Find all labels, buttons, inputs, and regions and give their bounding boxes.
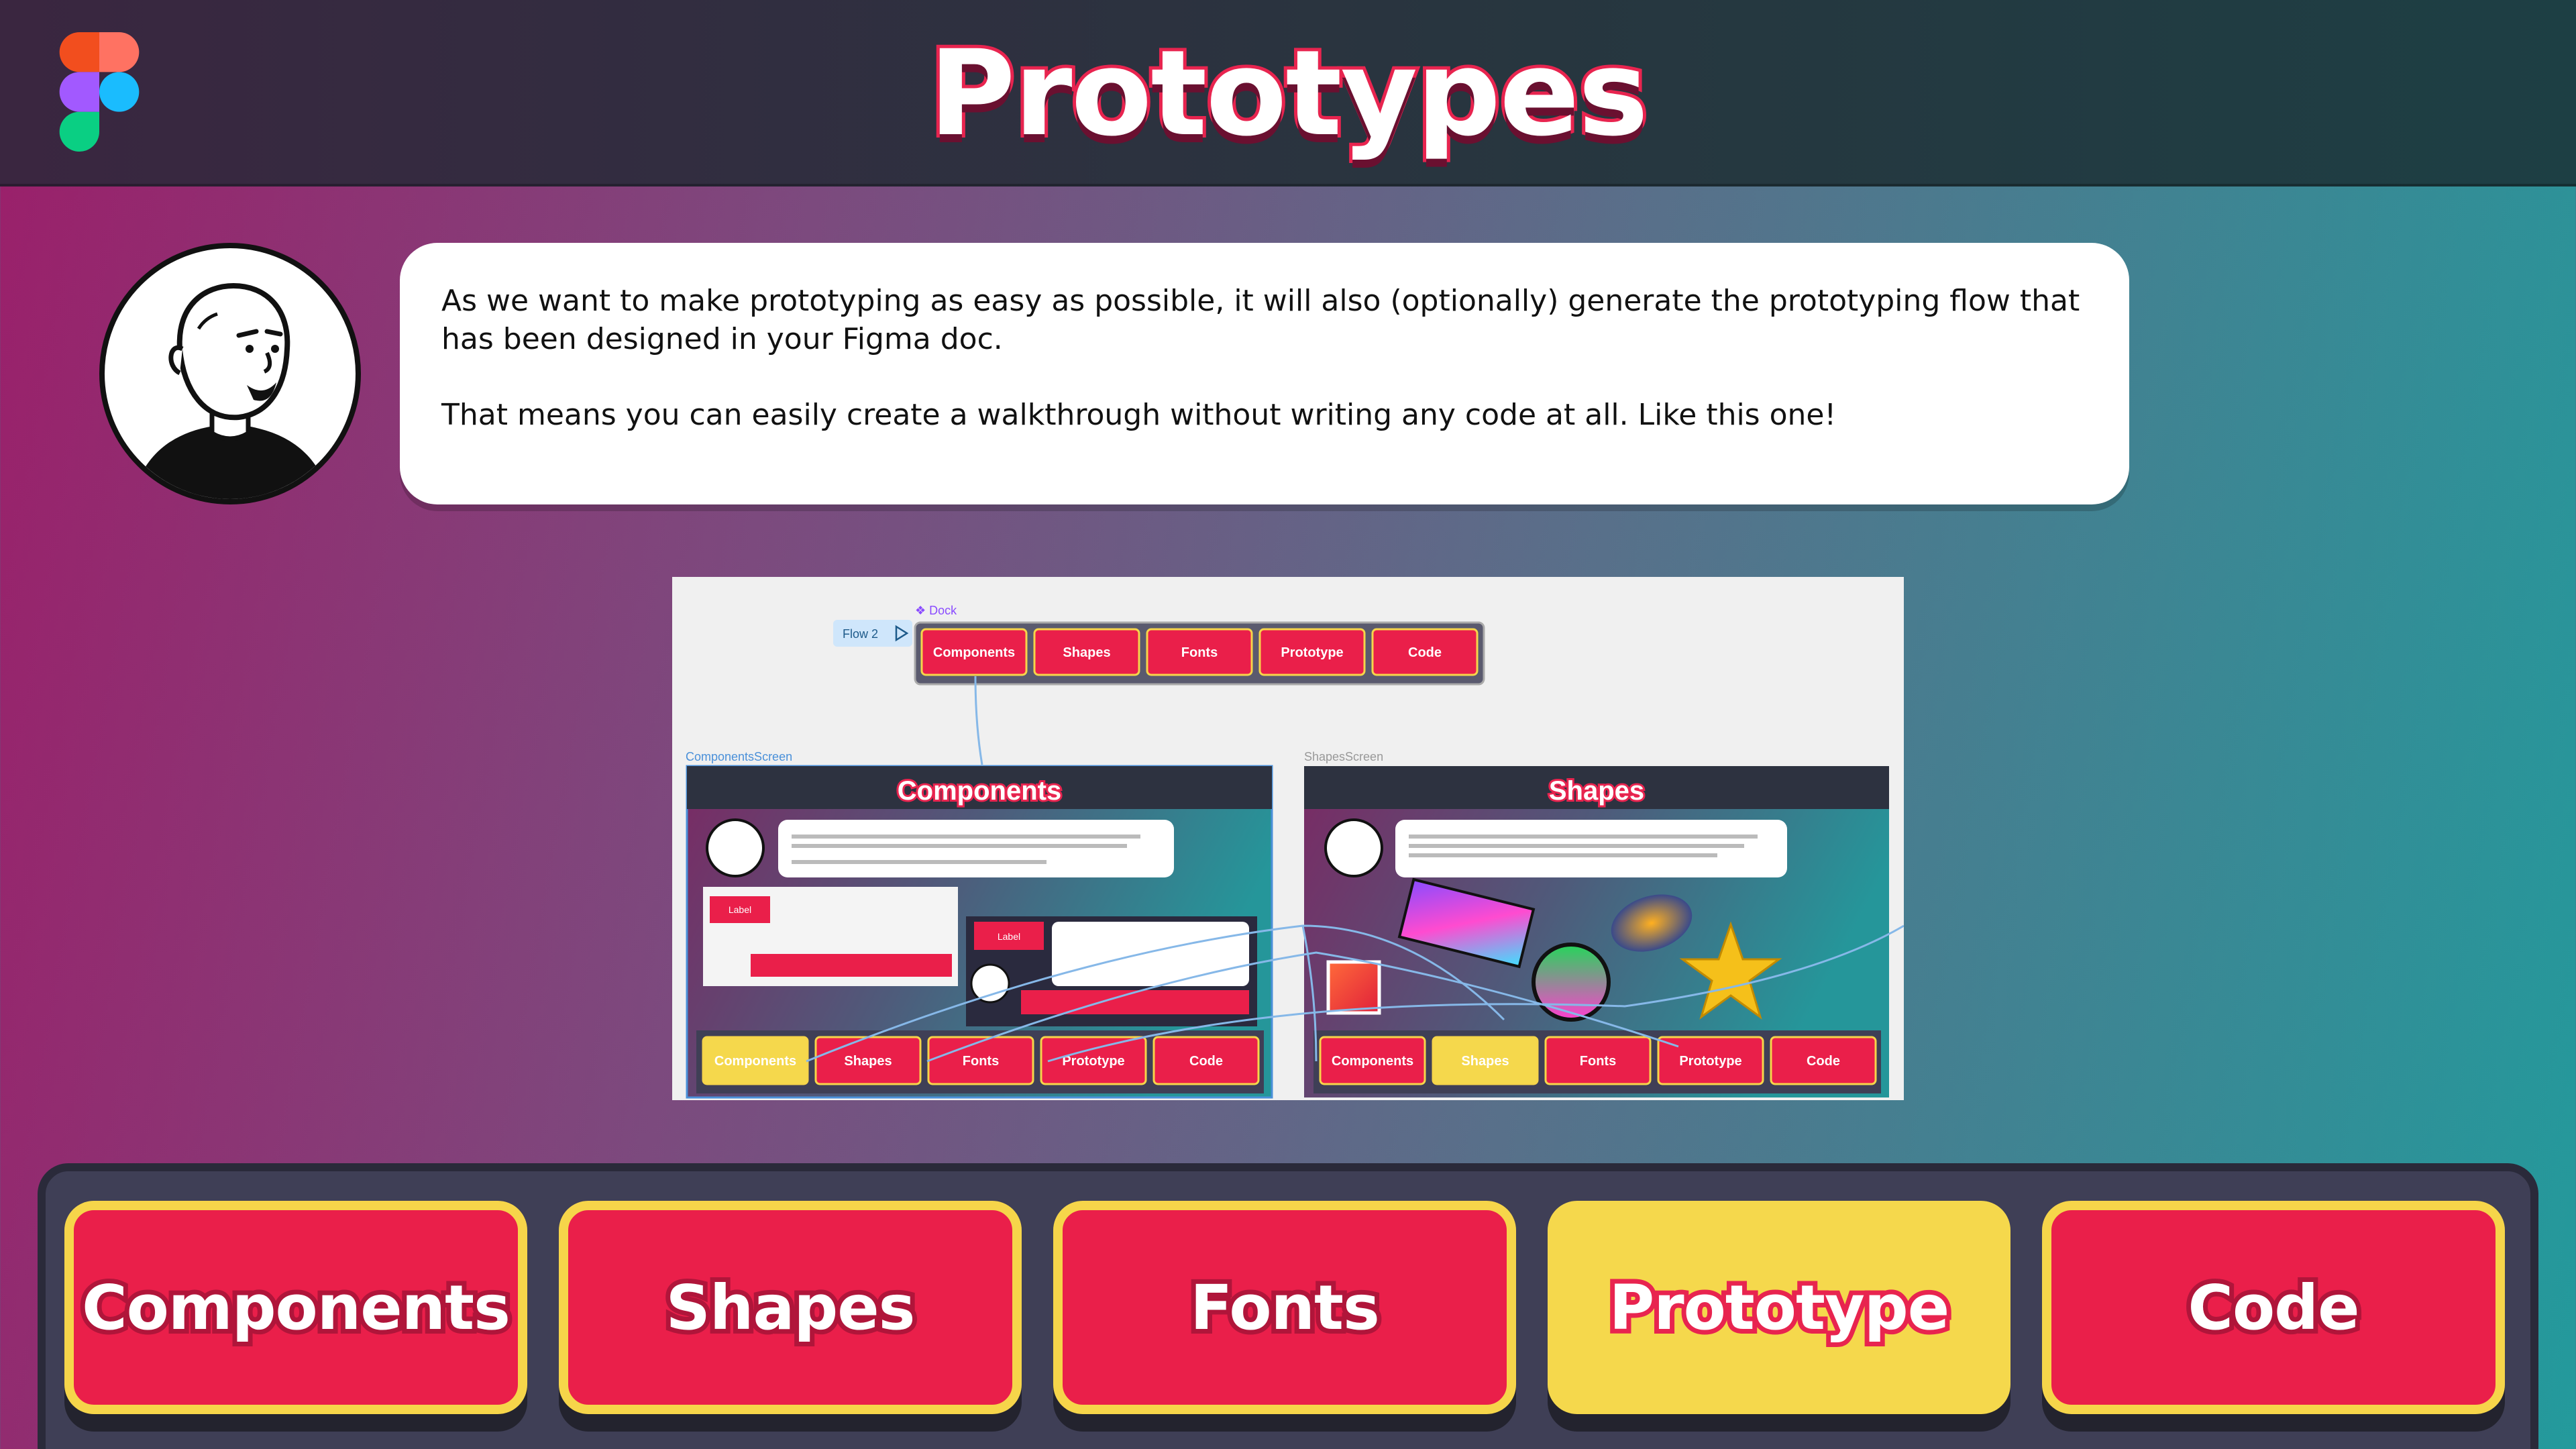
components-frame-title: Components xyxy=(898,776,1061,806)
dock-frame-label: ❖ Dock xyxy=(915,604,957,617)
preview-button-label: Fonts xyxy=(1181,645,1218,660)
speech-bubble: As we want to make prototyping as easy a… xyxy=(400,243,2129,504)
cartoon-avatar-icon xyxy=(99,243,361,504)
preview-button-label: Prototype xyxy=(1679,1054,1741,1069)
dock-button-label: Prototype xyxy=(1605,1267,1954,1348)
preview-button-label: Components xyxy=(933,645,1015,660)
frame-label-components: ComponentsScreen xyxy=(686,750,792,763)
dock-button-components[interactable]: Components xyxy=(64,1201,527,1414)
dock-button-shapes[interactable]: Shapes xyxy=(559,1201,1022,1414)
preview-top-buttons: Components Shapes Fonts Prototype Code xyxy=(920,628,1479,676)
figma-prototype-screenshot: ❖ Dock Flow 2 Components Shapes Fonts Proto… xyxy=(672,577,1904,1100)
preview-button-label: Components xyxy=(1332,1054,1413,1069)
components-frame: Components Label Label Components Shapes F… xyxy=(686,765,1273,1099)
page-title: Prototypes xyxy=(926,21,1652,166)
flow-label: Flow 2 xyxy=(843,627,878,641)
preview-button-label: Fonts xyxy=(1580,1054,1616,1069)
bottom-dock: Components Shapes Fonts Prototype Code xyxy=(38,1163,2538,1449)
dock-button-label: Shapes xyxy=(661,1267,920,1348)
dock-button-prototype[interactable]: Prototype xyxy=(1548,1201,2010,1414)
bubble-paragraph-2: That means you can easily create a walkt… xyxy=(441,398,1837,432)
preview-button-label: Components xyxy=(714,1054,796,1069)
dock-button-label: Components xyxy=(77,1267,515,1348)
dock-button-label: Fonts xyxy=(1185,1267,1385,1348)
dock-button-label: Code xyxy=(2184,1267,2365,1348)
dock-button-code[interactable]: Code xyxy=(2042,1201,2505,1414)
bubble-paragraph-1: As we want to make prototyping as easy a… xyxy=(441,284,2080,356)
shapes-frame: Shapes Components Shapes Fonts Prototype Cod… xyxy=(1304,766,1889,1097)
frame-label-shapes: ShapesScreen xyxy=(1304,750,1383,763)
preview-button-label: Shapes xyxy=(1461,1054,1509,1069)
inner-label-2: Label xyxy=(998,931,1020,942)
preview-button-label: Prototype xyxy=(1281,645,1343,660)
preview-button-label: Fonts xyxy=(963,1054,999,1069)
preview-button-label: Code xyxy=(1189,1054,1223,1069)
inner-label-1: Label xyxy=(729,904,751,915)
shapes-frame-title: Shapes xyxy=(1549,776,1644,806)
preview-button-label: Prototype xyxy=(1062,1054,1124,1069)
dock-button-fonts[interactable]: Fonts xyxy=(1053,1201,1516,1414)
preview-button-label: Shapes xyxy=(844,1054,892,1069)
preview-button-label: Code xyxy=(1807,1054,1840,1069)
preview-button-label: Code xyxy=(1408,645,1442,660)
preview-button-label: Shapes xyxy=(1063,645,1110,660)
header-bar: Prototypes xyxy=(0,0,2576,186)
